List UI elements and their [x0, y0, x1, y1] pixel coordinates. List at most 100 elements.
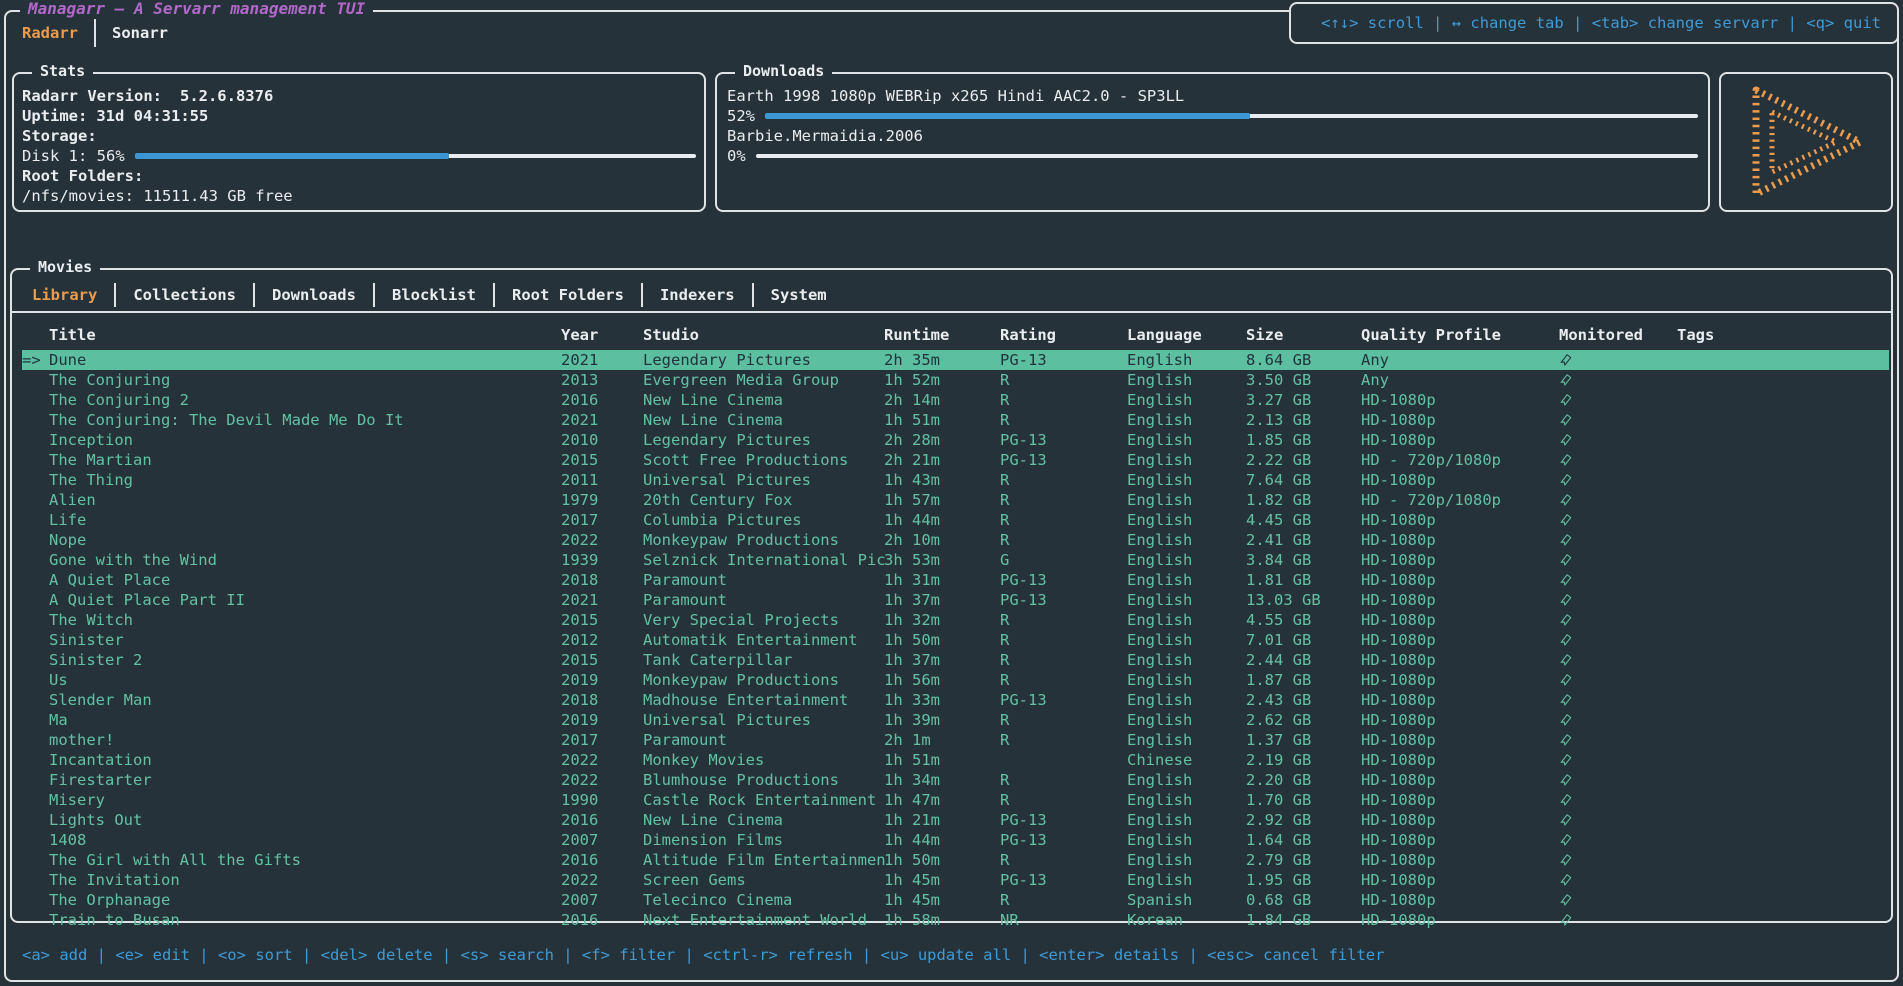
movie-year: 2022	[561, 750, 643, 770]
servarr-tab-radarr[interactable]: Radarr	[18, 24, 82, 42]
movie-year: 2010	[561, 430, 643, 450]
movie-row[interactable]: 14082007Dimension Films1h 44mPG-13Englis…	[22, 830, 1889, 850]
movie-row[interactable]: The Conjuring2013Evergreen Media Group1h…	[22, 370, 1889, 390]
movie-size: 7.64 GB	[1246, 470, 1361, 490]
movie-rating: PG-13	[1000, 830, 1127, 850]
movies-panel: Movies LibraryCollectionsDownloadsBlockl…	[10, 268, 1893, 923]
movie-tags	[1677, 430, 1889, 450]
movie-size: 1.85 GB	[1246, 430, 1361, 450]
movie-size: 2.44 GB	[1246, 650, 1361, 670]
movie-monitored	[1559, 370, 1677, 390]
movie-tags	[1677, 650, 1889, 670]
movie-rating: NR	[1000, 910, 1127, 930]
movie-quality-profile: HD-1080p	[1361, 830, 1559, 850]
movie-monitored	[1559, 790, 1677, 810]
monitored-tag-icon	[1559, 434, 1572, 447]
movie-studio: Screen Gems	[643, 870, 884, 890]
column-header-year: Year	[561, 324, 643, 346]
movie-row[interactable]: The Conjuring 22016New Line Cinema2h 14m…	[22, 390, 1889, 410]
movie-runtime: 1h 39m	[884, 710, 1000, 730]
tab-separator	[114, 283, 116, 307]
tab-blocklist[interactable]: Blocklist	[390, 286, 478, 304]
tab-root-folders[interactable]: Root Folders	[510, 286, 626, 304]
movie-language: English	[1127, 350, 1246, 370]
movie-monitored	[1559, 670, 1677, 690]
row-selection-marker	[22, 650, 49, 670]
movie-size: 2.79 GB	[1246, 850, 1361, 870]
movie-row[interactable]: Train to Busan2016Next Entertainment Wor…	[22, 910, 1889, 930]
movie-tags	[1677, 790, 1889, 810]
movie-monitored	[1559, 730, 1677, 750]
movie-row[interactable]: Us2019Monkeypaw Productions1h 56mREnglis…	[22, 670, 1889, 690]
movie-quality-profile: Any	[1361, 370, 1559, 390]
tab-library[interactable]: Library	[30, 286, 99, 304]
movie-quality-profile: HD-1080p	[1361, 390, 1559, 410]
monitored-tag-icon	[1559, 454, 1572, 467]
movie-row[interactable]: The Invitation2022Screen Gems1h 45mPG-13…	[22, 870, 1889, 890]
download-item-progress: 52%	[727, 106, 1698, 126]
movie-year: 2021	[561, 350, 643, 370]
movie-row[interactable]: Sinister2012Automatik Entertainment1h 50…	[22, 630, 1889, 650]
movie-row[interactable]: Inception2010Legendary Pictures2h 28mPG-…	[22, 430, 1889, 450]
movie-row[interactable]: Alien197920th Century Fox1h 57mREnglish1…	[22, 490, 1889, 510]
movie-row[interactable]: Misery1990Castle Rock Entertainment1h 47…	[22, 790, 1889, 810]
movie-language: English	[1127, 790, 1246, 810]
tab-indexers[interactable]: Indexers	[658, 286, 737, 304]
movie-size: 4.45 GB	[1246, 510, 1361, 530]
tab-downloads[interactable]: Downloads	[270, 286, 358, 304]
movie-runtime: 1h 50m	[884, 630, 1000, 650]
movie-row[interactable]: A Quiet Place Part II2021Paramount1h 37m…	[22, 590, 1889, 610]
movie-runtime: 1h 51m	[884, 410, 1000, 430]
movie-row[interactable]: Life2017Columbia Pictures1h 44mREnglish4…	[22, 510, 1889, 530]
movie-year: 2019	[561, 670, 643, 690]
movie-row[interactable]: The Witch2015Very Special Projects1h 32m…	[22, 610, 1889, 630]
movie-row[interactable]: Lights Out2016New Line Cinema1h 21mPG-13…	[22, 810, 1889, 830]
movie-tags	[1677, 770, 1889, 790]
movie-title: The Witch	[49, 610, 561, 630]
movie-row[interactable]: mother!2017Paramount2h 1mREnglish1.37 GB…	[22, 730, 1889, 750]
movie-studio: Dimension Films	[643, 830, 884, 850]
movie-rating: R	[1000, 470, 1127, 490]
movie-row[interactable]: Nope2022Monkeypaw Productions2h 10mREngl…	[22, 530, 1889, 550]
movie-row[interactable]: The Conjuring: The Devil Made Me Do It20…	[22, 410, 1889, 430]
tab-collections[interactable]: Collections	[131, 286, 238, 304]
row-selection-marker	[22, 790, 49, 810]
app-title: Managarr — A Servarr management TUI	[20, 0, 373, 18]
movie-row[interactable]: The Orphanage2007Telecinco Cinema1h 45mR…	[22, 890, 1889, 910]
movie-row[interactable]: Slender Man2018Madhouse Entertainment1h …	[22, 690, 1889, 710]
row-selection-marker	[22, 750, 49, 770]
movie-runtime: 1h 56m	[884, 670, 1000, 690]
movie-runtime: 1h 33m	[884, 690, 1000, 710]
movie-row[interactable]: Ma2019Universal Pictures1h 39mREnglish2.…	[22, 710, 1889, 730]
movie-row[interactable]: Incantation2022Monkey Movies1h 51mChines…	[22, 750, 1889, 770]
radarr-version-label: Radarr Version:	[22, 86, 162, 106]
tab-separator	[752, 283, 754, 307]
movie-year: 2019	[561, 710, 643, 730]
movie-row[interactable]: Firestarter2022Blumhouse Productions1h 3…	[22, 770, 1889, 790]
movie-rating: R	[1000, 850, 1127, 870]
movie-row[interactable]: The Girl with All the Gifts2016Altitude …	[22, 850, 1889, 870]
row-selection-marker	[22, 730, 49, 750]
row-selection-marker	[22, 510, 49, 530]
movie-rating: PG-13	[1000, 570, 1127, 590]
movie-size: 1.95 GB	[1246, 870, 1361, 890]
movie-tags	[1677, 630, 1889, 650]
movie-rating: R	[1000, 370, 1127, 390]
tab-system[interactable]: System	[769, 286, 829, 304]
monitored-tag-icon	[1559, 654, 1572, 667]
movie-language: English	[1127, 370, 1246, 390]
movie-row[interactable]: Sinister 22015Tank Caterpillar1h 37mREng…	[22, 650, 1889, 670]
servarr-tab-sonarr[interactable]: Sonarr	[108, 24, 172, 42]
movie-row[interactable]: =>Dune2021Legendary Pictures2h 35mPG-13E…	[22, 350, 1889, 370]
movie-title: mother!	[49, 730, 561, 750]
movie-row[interactable]: The Martian2015Scott Free Productions2h …	[22, 450, 1889, 470]
movie-language: English	[1127, 430, 1246, 450]
monitored-tag-icon	[1559, 574, 1572, 587]
download-progress-bar	[756, 154, 1698, 158]
movie-row[interactable]: Gone with the Wind1939Selznick Internati…	[22, 550, 1889, 570]
movie-studio: Scott Free Productions	[643, 450, 884, 470]
movie-row[interactable]: A Quiet Place2018Paramount1h 31mPG-13Eng…	[22, 570, 1889, 590]
footer-help-text: <a> add | <e> edit | <o> sort | <del> de…	[22, 945, 1384, 965]
movie-rating: G	[1000, 550, 1127, 570]
movie-row[interactable]: The Thing2011Universal Pictures1h 43mREn…	[22, 470, 1889, 490]
